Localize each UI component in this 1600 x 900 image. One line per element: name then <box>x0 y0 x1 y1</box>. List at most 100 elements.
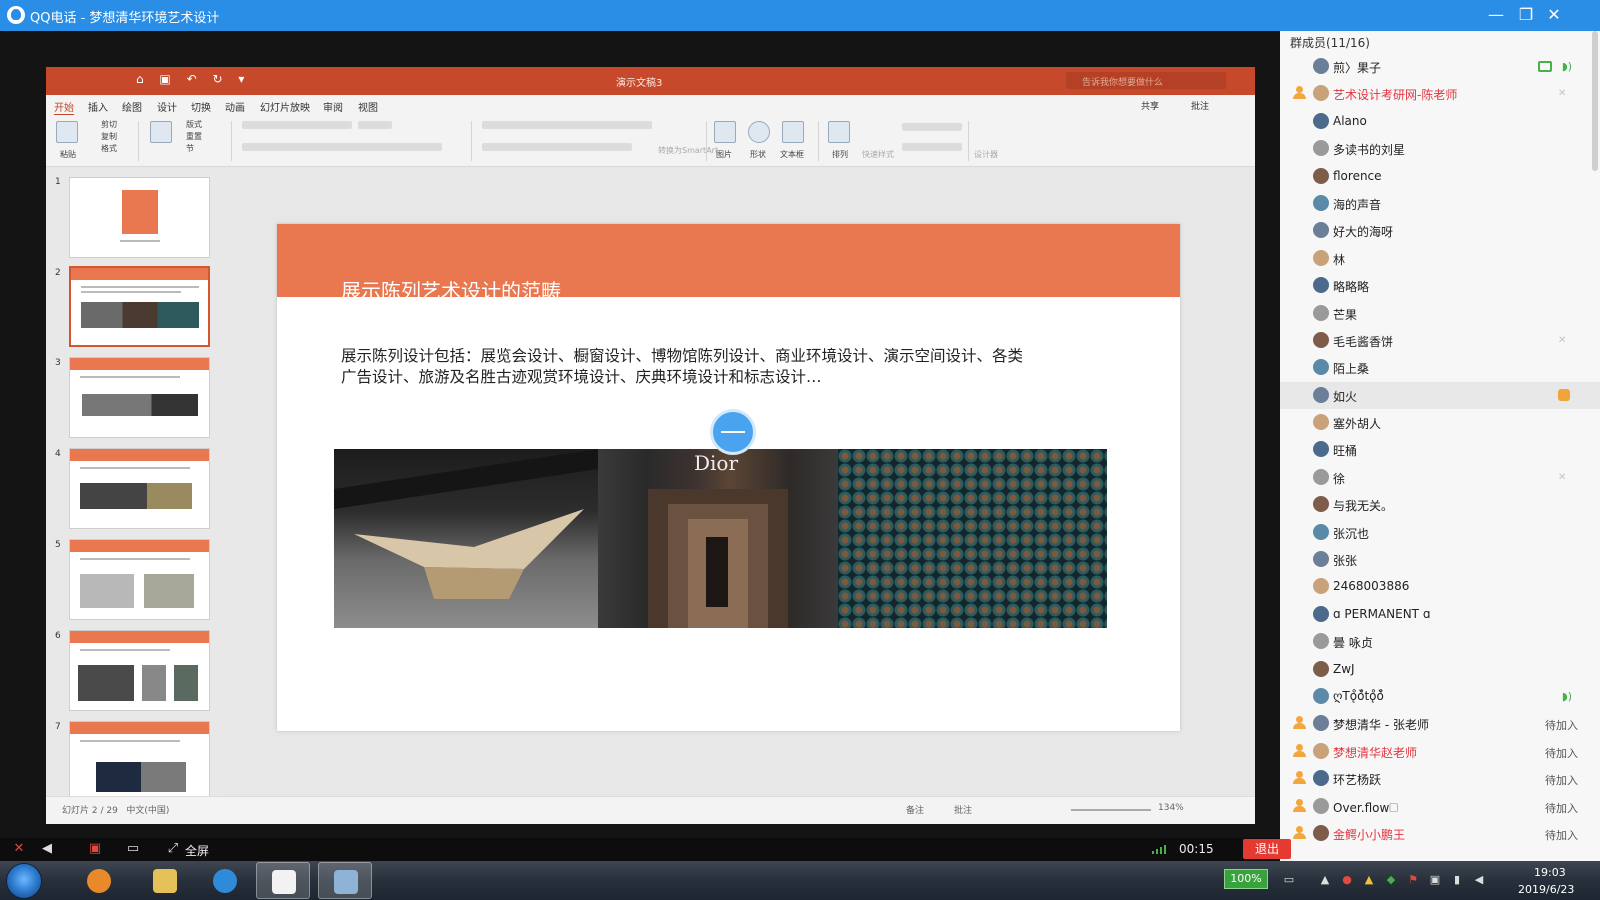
member-row[interactable]: 塞外胡人 <box>1280 409 1600 436</box>
member-avatar[interactable] <box>1313 824 1329 841</box>
comments-status-button[interactable]: 批注 <box>954 803 972 816</box>
member-row[interactable]: florence <box>1280 163 1600 190</box>
comments-button[interactable]: 批注 <box>1191 99 1209 112</box>
menu-tab-home[interactable]: 开始 <box>54 99 74 116</box>
volume-icon[interactable]: ◀ <box>1472 873 1486 887</box>
minimize-button[interactable]: — <box>1484 4 1508 26</box>
member-row[interactable]: Over.flow🗆 待加入 <box>1280 793 1600 820</box>
menu-tab-transitions[interactable]: 切换 <box>191 99 211 114</box>
member-row[interactable]: 林 <box>1280 245 1600 272</box>
fullscreen-icon[interactable]: ⤢ <box>164 841 182 857</box>
taskbar-media-player[interactable] <box>72 862 126 899</box>
reset-button[interactable]: 重置 <box>186 131 202 142</box>
menu-tab-insert[interactable]: 插入 <box>88 99 108 114</box>
member-avatar[interactable] <box>1313 277 1329 294</box>
battery-indicator[interactable]: 100% <box>1224 869 1268 889</box>
member-avatar[interactable] <box>1313 551 1329 568</box>
member-avatar[interactable] <box>1313 770 1329 787</box>
shield-icon[interactable]: ◆ <box>1384 873 1398 887</box>
member-avatar[interactable] <box>1313 633 1329 650</box>
member-row[interactable]: 徐 ✕ <box>1280 464 1600 491</box>
member-row[interactable]: 芒果 <box>1280 300 1600 327</box>
flag-icon[interactable]: ⚑ <box>1406 873 1420 887</box>
member-avatar[interactable] <box>1313 58 1329 74</box>
member-row[interactable]: 艺术设计考研网-陈老师 ✕ <box>1280 80 1600 107</box>
alignment-buttons[interactable] <box>482 143 632 151</box>
shape-outline-button[interactable] <box>902 143 962 151</box>
new-slide-icon[interactable] <box>150 121 172 143</box>
slide-thumbnail[interactable] <box>69 630 210 711</box>
shape-icon[interactable] <box>748 121 770 143</box>
close-button[interactable]: ✕ <box>1542 4 1566 26</box>
format-painter-button[interactable]: 格式 <box>101 143 117 154</box>
member-avatar[interactable] <box>1313 660 1329 677</box>
font-name-select[interactable] <box>242 121 352 129</box>
member-row[interactable]: 海的声音 <box>1280 190 1600 217</box>
font-size-select[interactable] <box>358 121 392 129</box>
member-avatar[interactable] <box>1313 468 1329 485</box>
fullscreen-button[interactable]: 全屏 <box>185 842 209 859</box>
member-row[interactable]: 好大的海呀 <box>1280 217 1600 244</box>
zoom-slider[interactable] <box>1071 809 1151 811</box>
copy-button[interactable]: 复制 <box>101 131 117 142</box>
member-avatar[interactable] <box>1313 249 1329 266</box>
paragraph-buttons[interactable] <box>482 121 652 129</box>
input-method-icon[interactable]: ▭ <box>1282 873 1296 887</box>
member-avatar[interactable] <box>1313 742 1329 759</box>
member-avatar[interactable] <box>1313 386 1329 403</box>
member-row[interactable]: 陌上桑 <box>1280 354 1600 381</box>
slide-thumbnail-selected[interactable] <box>69 266 210 347</box>
arrange-icon[interactable] <box>828 121 850 143</box>
menu-tab-design[interactable]: 设计 <box>157 99 177 114</box>
exit-call-button[interactable]: 退出 <box>1243 839 1291 859</box>
member-row[interactable]: ZwJ <box>1280 656 1600 683</box>
member-row[interactable]: 旺桶 <box>1280 436 1600 463</box>
member-avatar[interactable] <box>1313 797 1329 814</box>
slide-thumbnail[interactable] <box>69 357 210 438</box>
member-row[interactable]: 曇 咏贞 <box>1280 628 1600 655</box>
member-avatar[interactable] <box>1313 715 1329 732</box>
member-avatar[interactable] <box>1313 441 1329 458</box>
menu-tab-animations[interactable]: 动画 <box>225 99 245 114</box>
member-row[interactable]: 多读书的刘星 <box>1280 135 1600 162</box>
tray-expand-icon[interactable]: ▲ <box>1318 873 1332 887</box>
member-row[interactable]: 如火 <box>1280 381 1600 410</box>
member-row[interactable]: 张沉也 <box>1280 519 1600 546</box>
taskbar-explorer[interactable] <box>138 862 192 899</box>
menu-tab-draw[interactable]: 绘图 <box>122 99 142 114</box>
section-button[interactable]: 节 <box>186 143 194 154</box>
picture-icon[interactable] <box>714 121 736 143</box>
member-avatar[interactable] <box>1313 331 1329 348</box>
member-row[interactable]: 张张 <box>1280 546 1600 573</box>
member-row[interactable]: 略略略 <box>1280 272 1600 299</box>
member-avatar[interactable] <box>1313 112 1329 129</box>
quick-style-button[interactable]: 快速样式 <box>862 149 894 160</box>
member-avatar[interactable] <box>1313 359 1329 376</box>
member-avatar[interactable] <box>1313 140 1329 157</box>
menu-tab-review[interactable]: 审阅 <box>323 99 343 114</box>
slide-thumbnail[interactable] <box>69 539 210 620</box>
member-row[interactable]: 与我无关。 <box>1280 491 1600 518</box>
member-row[interactable]: 2468003886 <box>1280 573 1600 600</box>
restore-button[interactable]: ❐ <box>1514 4 1538 26</box>
member-avatar[interactable] <box>1313 304 1329 321</box>
member-avatar[interactable] <box>1313 222 1329 239</box>
clock-time[interactable]: 19:03 <box>1534 866 1566 879</box>
paste-icon[interactable] <box>56 121 78 143</box>
member-avatar[interactable] <box>1313 85 1329 102</box>
slide-thumbnail[interactable] <box>69 177 210 258</box>
member-row[interactable]: ɑ PERMANENT ɑ <box>1280 601 1600 628</box>
member-avatar[interactable] <box>1313 605 1329 622</box>
member-row[interactable]: Alano <box>1280 108 1600 135</box>
textbox-icon[interactable] <box>782 121 804 143</box>
menu-tab-view[interactable]: 视图 <box>358 99 378 114</box>
member-avatar[interactable] <box>1313 414 1329 431</box>
network-icon[interactable]: ▮ <box>1450 873 1464 887</box>
member-avatar[interactable] <box>1313 523 1329 540</box>
screen-share-icon[interactable]: ▭ <box>124 841 142 857</box>
warning-icon[interactable]: ▲ <box>1362 873 1376 887</box>
member-avatar[interactable] <box>1313 687 1329 704</box>
ppt-search-input[interactable]: 告诉我你想要做什么 <box>1066 72 1226 89</box>
speaker-icon[interactable]: ◀ <box>38 841 56 857</box>
cut-button[interactable]: 剪切 <box>101 119 117 130</box>
